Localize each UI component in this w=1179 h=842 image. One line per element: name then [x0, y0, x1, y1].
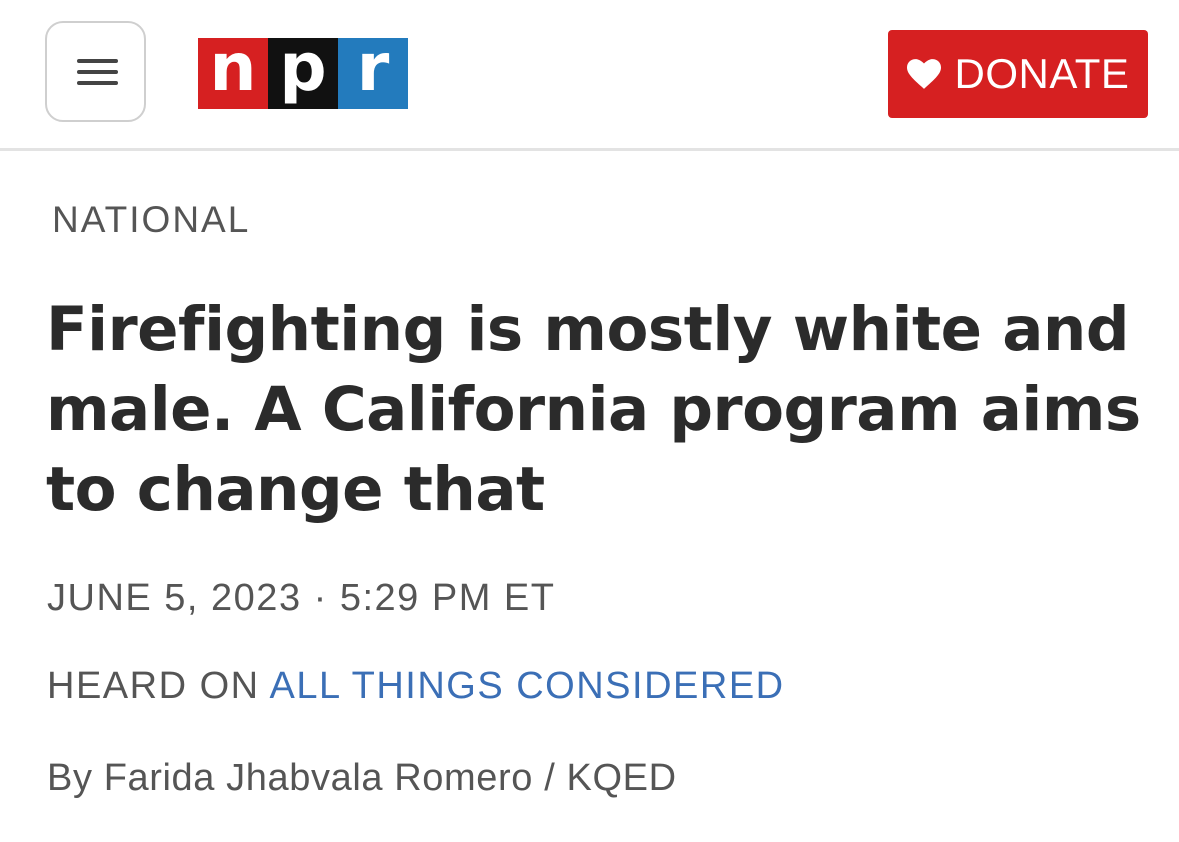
npr-logo-letter-p: p	[268, 35, 338, 109]
byline-organization: KQED	[566, 757, 677, 799]
donate-button[interactable]: DONATE	[888, 30, 1148, 118]
byline-separator: /	[544, 757, 556, 799]
site-header: n p r DONATE	[0, 0, 1179, 151]
npr-logo[interactable]: n p r	[198, 35, 408, 109]
npr-logo-letter-r: r	[338, 35, 408, 109]
menu-button[interactable]	[45, 21, 146, 122]
program-link[interactable]: ALL THINGS CONSIDERED	[270, 665, 785, 707]
byline-prefix: By	[47, 757, 93, 799]
donate-label: DONATE	[954, 50, 1130, 97]
author-link[interactable]: Farida Jhabvala Romero	[104, 757, 533, 799]
article-dateline: JUNE 5, 2023 · 5:29 PM ET	[47, 577, 556, 619]
hamburger-menu-icon	[77, 59, 118, 86]
heart-icon	[906, 59, 941, 89]
heard-on-line: HEARD ON ALL THINGS CONSIDERED	[47, 665, 785, 708]
article-headline: Firefighting is mostly white and male. A…	[46, 294, 1141, 525]
npr-logo-letter-n: n	[198, 35, 268, 109]
heard-on-prefix: HEARD ON	[47, 665, 260, 707]
article-byline: By Farida Jhabvala Romero / KQED	[47, 757, 677, 800]
section-label[interactable]: NATIONAL	[52, 199, 250, 241]
